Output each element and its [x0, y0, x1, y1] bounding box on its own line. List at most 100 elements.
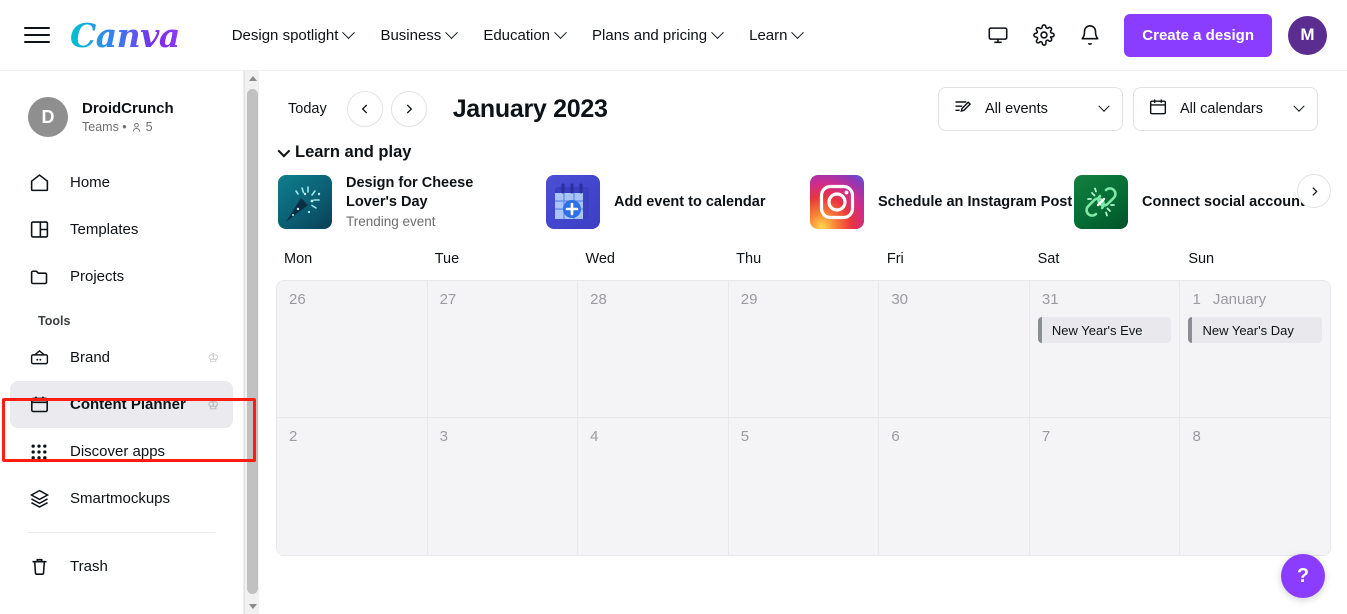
- day-cell[interactable]: 8: [1180, 418, 1330, 556]
- filter-label: All calendars: [1180, 101, 1264, 117]
- day-cell[interactable]: 1 January New Year's Day: [1180, 281, 1330, 418]
- learn-card-connect-social-accounts[interactable]: Connect social accounts: [1074, 174, 1324, 229]
- learn-card-text: Design for Cheese Lover's Day Trending e…: [346, 174, 506, 229]
- avatar[interactable]: M: [1288, 15, 1327, 55]
- sidebar-item-templates[interactable]: Templates: [10, 206, 233, 253]
- day-number-text: 31: [1041, 291, 1059, 309]
- gear-icon[interactable]: [1024, 15, 1064, 55]
- monitor-icon[interactable]: [978, 15, 1018, 55]
- instagram-icon: [810, 174, 864, 229]
- day-number-text: 3: [439, 428, 448, 446]
- chevron-down-icon: [277, 144, 291, 158]
- sidebar-item-smartmockups[interactable]: Smartmockups: [10, 475, 233, 522]
- nav-item-education[interactable]: Education: [473, 19, 575, 52]
- sidebar-scrollbar[interactable]: [244, 71, 259, 614]
- weekday-label: Tue: [434, 251, 460, 268]
- nav-item-design-spotlight[interactable]: Design spotlight: [222, 19, 364, 52]
- day-cell[interactable]: 29: [728, 281, 880, 418]
- sidebar-item-label: Home: [70, 174, 111, 191]
- day-number-text: 29: [740, 291, 758, 309]
- day-number: 2: [285, 428, 419, 445]
- sidebar-item-label: Trash: [70, 558, 108, 575]
- weekday-label: Wed: [585, 251, 615, 268]
- day-cell[interactable]: 31 New Year's Eve: [1029, 281, 1181, 418]
- calendar-event[interactable]: New Year's Eve: [1037, 317, 1172, 344]
- nav-label: Learn: [749, 26, 788, 44]
- events-filter-icon: [953, 97, 973, 121]
- team-plan-label: Teams •: [82, 120, 127, 135]
- sidebar-item-brand[interactable]: Brand ♔: [10, 334, 233, 381]
- chevron-right-icon: [1311, 186, 1318, 196]
- sidebar-item-label: Projects: [70, 268, 125, 285]
- nav-label: Education: [483, 26, 551, 44]
- day-cell[interactable]: 7: [1029, 418, 1181, 556]
- learn-card-schedule-instagram-post[interactable]: Schedule an Instagram Post: [810, 174, 1074, 229]
- hamburger-menu-icon[interactable]: [24, 22, 50, 48]
- event-label: New Year's Day: [1202, 322, 1294, 338]
- apps-grid-icon: [28, 441, 50, 463]
- learn-card-cheese-lovers-day[interactable]: Design for Cheese Lover's Day Trending e…: [278, 174, 546, 229]
- sidebar-nav-list: Home Templates Projects Tools Brand ♔ Co…: [0, 159, 243, 590]
- scroll-up-arrow-icon[interactable]: [245, 71, 260, 86]
- sidebar-divider: [28, 532, 215, 533]
- sidebar-item-home[interactable]: Home: [10, 159, 233, 206]
- previous-month-button[interactable]: [346, 91, 383, 127]
- sidebar-item-discover-apps[interactable]: Discover apps: [10, 428, 233, 475]
- day-number-text: 5: [740, 428, 750, 446]
- day-number: 31: [1038, 291, 1172, 308]
- sidebar-item-label: Content Planner: [70, 396, 186, 413]
- calendar-event[interactable]: New Year's Day: [1188, 317, 1323, 344]
- scroll-down-arrow-icon[interactable]: [245, 599, 260, 614]
- bell-icon[interactable]: [1070, 15, 1110, 55]
- day-cell[interactable]: 28: [578, 281, 729, 418]
- day-cell[interactable]: 30: [879, 281, 1030, 418]
- sidebar-item-trash[interactable]: Trash: [10, 543, 233, 590]
- home-icon: [28, 172, 50, 194]
- day-number-text: 1: [1192, 291, 1201, 309]
- learn-card-add-event-to-calendar[interactable]: Add event to calendar: [546, 174, 810, 229]
- help-button[interactable]: ?: [1281, 554, 1325, 598]
- all-calendars-filter-dropdown[interactable]: All calendars: [1133, 87, 1318, 131]
- scrollbar-thumb[interactable]: [247, 89, 258, 594]
- sidebar-item-projects[interactable]: Projects: [10, 253, 233, 300]
- team-switcher[interactable]: D DroidCrunch Teams • 5: [0, 71, 243, 159]
- next-month-button[interactable]: [390, 91, 427, 127]
- day-number-text: 7: [1041, 428, 1051, 446]
- calendar-week-row: 26 27 28 29 30 31 New Year's Eve 1 Janua…: [277, 281, 1330, 419]
- calendar-plus-icon: [546, 174, 600, 229]
- create-a-design-button[interactable]: Create a design: [1124, 13, 1272, 57]
- all-events-filter-dropdown[interactable]: All events: [938, 87, 1123, 131]
- event-label: New Year's Eve: [1051, 322, 1143, 338]
- day-cell[interactable]: 27: [427, 281, 579, 418]
- day-number-text: 30: [891, 291, 908, 309]
- day-number: 4: [586, 428, 720, 445]
- day-cell[interactable]: 5: [728, 418, 880, 556]
- calendar-filters: All events All calendars: [938, 87, 1335, 131]
- learn-and-play-header[interactable]: Learn and play: [260, 133, 1347, 162]
- sidebar-item-content-planner[interactable]: Content Planner ♔: [10, 381, 233, 428]
- nav-item-business[interactable]: Business: [370, 19, 466, 52]
- day-cell[interactable]: 26: [277, 281, 428, 418]
- member-icon: [132, 122, 140, 132]
- team-meta: Teams • 5: [82, 120, 174, 134]
- day-cell[interactable]: 6: [879, 418, 1030, 556]
- link-chain-icon: [1074, 174, 1128, 229]
- main-content: Today January 2023 All events All calend…: [260, 71, 1347, 614]
- crown-icon: ♔: [207, 349, 219, 365]
- nav-item-learn[interactable]: Learn: [739, 19, 812, 52]
- day-cell[interactable]: 2: [277, 418, 428, 556]
- filter-label: All events: [985, 101, 1048, 117]
- day-number: 26: [285, 291, 419, 308]
- day-cell[interactable]: 3: [427, 418, 579, 556]
- learn-card-title: Add event to calendar: [614, 193, 766, 210]
- calendar-week-row: 2 3 4 5 6 7 8: [277, 418, 1330, 556]
- chevron-down-icon: [342, 25, 356, 39]
- nav-item-plans-and-pricing[interactable]: Plans and pricing: [582, 19, 732, 52]
- day-month-label: January: [1212, 291, 1267, 309]
- canva-logo[interactable]: Canva: [70, 16, 180, 55]
- day-cell[interactable]: 4: [578, 418, 729, 556]
- weekday-label: Sun: [1188, 251, 1215, 268]
- learn-and-play-next-button[interactable]: [1297, 174, 1331, 208]
- today-button[interactable]: Today: [276, 92, 339, 126]
- weekday-label: Thu: [736, 251, 762, 268]
